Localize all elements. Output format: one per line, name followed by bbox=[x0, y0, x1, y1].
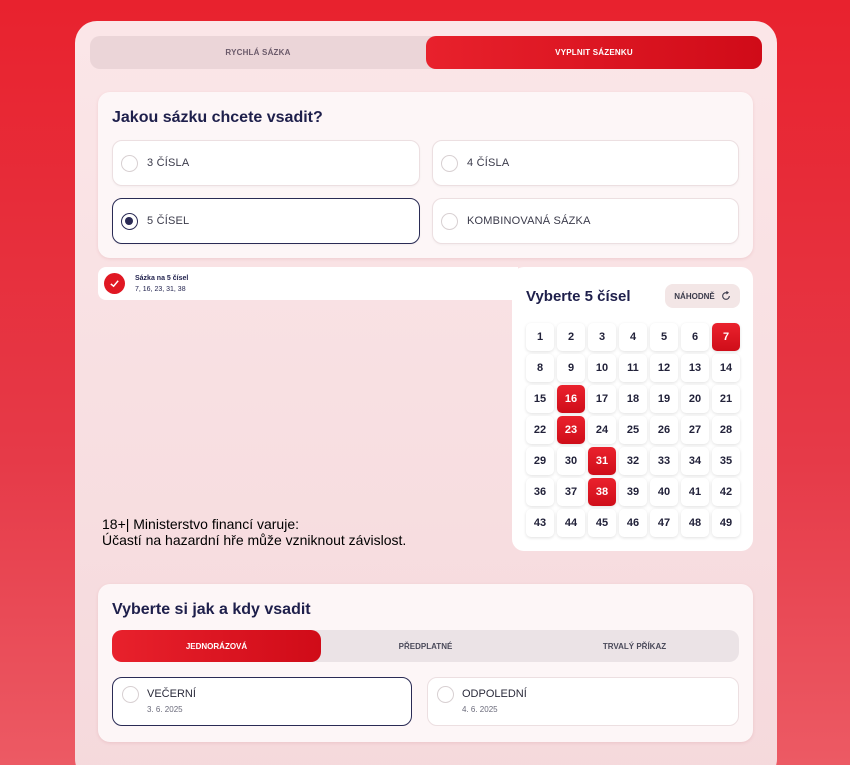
draw-name: ODPOLEDNÍ bbox=[462, 688, 527, 700]
tab-fill-ticket[interactable]: VYPLNIT SÁZENKU bbox=[426, 36, 762, 69]
draw-name: VEČERNÍ bbox=[147, 688, 196, 700]
number-cell-27[interactable]: 27 bbox=[681, 416, 709, 444]
number-cell-10[interactable]: 10 bbox=[588, 354, 616, 382]
number-cell-19[interactable]: 19 bbox=[650, 385, 678, 413]
radio-icon bbox=[437, 686, 454, 703]
picker-title: Vyberte 5 čísel bbox=[526, 288, 631, 305]
warning-line-2: Účastí na hazardní hře může vzniknout zá… bbox=[102, 532, 407, 548]
warning-line-1: 18+| Ministerstvo financí varuje: bbox=[102, 516, 300, 532]
option-3-numbers[interactable]: 3 ČÍSLA bbox=[112, 140, 420, 186]
number-cell-34[interactable]: 34 bbox=[681, 447, 709, 475]
option-4-numbers[interactable]: 4 ČÍSLA bbox=[432, 140, 739, 186]
number-cell-46[interactable]: 46 bbox=[619, 509, 647, 537]
number-cell-32[interactable]: 32 bbox=[619, 447, 647, 475]
number-cell-29[interactable]: 29 bbox=[526, 447, 554, 475]
draw-date: 3. 6. 2025 bbox=[147, 705, 183, 714]
number-cell-23[interactable]: 23 bbox=[557, 416, 585, 444]
tab-standing-order[interactable]: TRVALÝ PŘÍKAZ bbox=[530, 630, 739, 662]
number-cell-45[interactable]: 45 bbox=[588, 509, 616, 537]
number-cell-12[interactable]: 12 bbox=[650, 354, 678, 382]
number-cell-11[interactable]: 11 bbox=[619, 354, 647, 382]
radio-icon bbox=[121, 154, 138, 172]
radio-selected-icon bbox=[122, 686, 139, 703]
radio-icon bbox=[441, 154, 458, 172]
random-label: NÁHODNĚ bbox=[674, 291, 715, 301]
option-label: 5 ČÍSEL bbox=[147, 215, 190, 227]
top-tabs: RYCHLÁ SÁZKA VYPLNIT SÁZENKU bbox=[90, 36, 762, 69]
option-combined-bet[interactable]: KOMBINOVANÁ SÁZKA bbox=[432, 198, 739, 244]
option-5-numbers[interactable]: 5 ČÍSEL bbox=[112, 198, 420, 244]
number-cell-24[interactable]: 24 bbox=[588, 416, 616, 444]
radio-selected-icon bbox=[121, 212, 138, 230]
option-label: KOMBINOVANÁ SÁZKA bbox=[467, 215, 591, 227]
number-cell-13[interactable]: 13 bbox=[681, 354, 709, 382]
option-label: 4 ČÍSLA bbox=[467, 157, 510, 169]
schedule-title: Vyberte si jak a kdy vsadit bbox=[112, 601, 311, 618]
number-cell-17[interactable]: 17 bbox=[588, 385, 616, 413]
bet-type-card: Jakou sázku chcete vsadit? 3 ČÍSLA 4 ČÍS… bbox=[98, 92, 753, 258]
summary-title: Sázka na 5 čísel bbox=[135, 274, 189, 282]
main-panel: RYCHLÁ SÁZKA VYPLNIT SÁZENKU Jakou sázku… bbox=[75, 21, 777, 765]
number-cell-42[interactable]: 42 bbox=[712, 478, 740, 506]
option-label: 3 ČÍSLA bbox=[147, 157, 190, 169]
number-cell-43[interactable]: 43 bbox=[526, 509, 554, 537]
tab-one-time[interactable]: JEDNORÁZOVÁ bbox=[112, 630, 321, 662]
number-cell-28[interactable]: 28 bbox=[712, 416, 740, 444]
number-cell-21[interactable]: 21 bbox=[712, 385, 740, 413]
number-cell-30[interactable]: 30 bbox=[557, 447, 585, 475]
number-cell-7[interactable]: 7 bbox=[712, 323, 740, 351]
number-cell-48[interactable]: 48 bbox=[681, 509, 709, 537]
number-cell-40[interactable]: 40 bbox=[650, 478, 678, 506]
number-cell-47[interactable]: 47 bbox=[650, 509, 678, 537]
number-cell-18[interactable]: 18 bbox=[619, 385, 647, 413]
number-cell-44[interactable]: 44 bbox=[557, 509, 585, 537]
number-cell-2[interactable]: 2 bbox=[557, 323, 585, 351]
frequency-tabs: JEDNORÁZOVÁ PŘEDPLATNÉ TRVALÝ PŘÍKAZ bbox=[112, 630, 739, 662]
number-cell-9[interactable]: 9 bbox=[557, 354, 585, 382]
bet-type-title: Jakou sázku chcete vsadit? bbox=[112, 109, 323, 126]
number-cell-37[interactable]: 37 bbox=[557, 478, 585, 506]
number-cell-5[interactable]: 5 bbox=[650, 323, 678, 351]
number-cell-22[interactable]: 22 bbox=[526, 416, 554, 444]
bet-summary: Sázka na 5 čísel 7, 16, 23, 31, 38 bbox=[98, 267, 518, 300]
check-icon bbox=[104, 273, 125, 294]
number-cell-16[interactable]: 16 bbox=[557, 385, 585, 413]
number-cell-25[interactable]: 25 bbox=[619, 416, 647, 444]
number-cell-15[interactable]: 15 bbox=[526, 385, 554, 413]
number-cell-3[interactable]: 3 bbox=[588, 323, 616, 351]
number-cell-36[interactable]: 36 bbox=[526, 478, 554, 506]
number-cell-6[interactable]: 6 bbox=[681, 323, 709, 351]
number-cell-1[interactable]: 1 bbox=[526, 323, 554, 351]
number-cell-4[interactable]: 4 bbox=[619, 323, 647, 351]
draw-afternoon[interactable]: ODPOLEDNÍ 4. 6. 2025 bbox=[427, 677, 739, 726]
number-cell-20[interactable]: 20 bbox=[681, 385, 709, 413]
number-grid: 1 2 3 4 5 6 7 8 9 10 11 12 13 14 15 16 17 18 19 20 21 22 23 24 2… bbox=[526, 323, 740, 537]
number-cell-31[interactable]: 31 bbox=[588, 447, 616, 475]
radio-icon bbox=[441, 212, 458, 230]
number-cell-8[interactable]: 8 bbox=[526, 354, 554, 382]
number-cell-49[interactable]: 49 bbox=[712, 509, 740, 537]
draw-evening[interactable]: VEČERNÍ 3. 6. 2025 bbox=[112, 677, 412, 726]
tab-quick-bet[interactable]: RYCHLÁ SÁZKA bbox=[90, 36, 426, 69]
number-cell-38[interactable]: 38 bbox=[588, 478, 616, 506]
number-cell-14[interactable]: 14 bbox=[712, 354, 740, 382]
number-cell-41[interactable]: 41 bbox=[681, 478, 709, 506]
summary-numbers: 7, 16, 23, 31, 38 bbox=[135, 285, 186, 293]
draw-date: 4. 6. 2025 bbox=[462, 705, 498, 714]
refresh-icon bbox=[721, 291, 730, 300]
number-cell-39[interactable]: 39 bbox=[619, 478, 647, 506]
gambling-warning: 18+| Ministerstvo financí varuje: Účastí… bbox=[102, 516, 406, 548]
number-picker: Vyberte 5 čísel NÁHODNĚ 1 2 3 4 5 6 7 8 9 10 11 12 1… bbox=[512, 267, 753, 551]
tab-subscription[interactable]: PŘEDPLATNÉ bbox=[321, 630, 530, 662]
random-button[interactable]: NÁHODNĚ bbox=[665, 284, 740, 308]
number-cell-26[interactable]: 26 bbox=[650, 416, 678, 444]
number-cell-33[interactable]: 33 bbox=[650, 447, 678, 475]
number-cell-35[interactable]: 35 bbox=[712, 447, 740, 475]
